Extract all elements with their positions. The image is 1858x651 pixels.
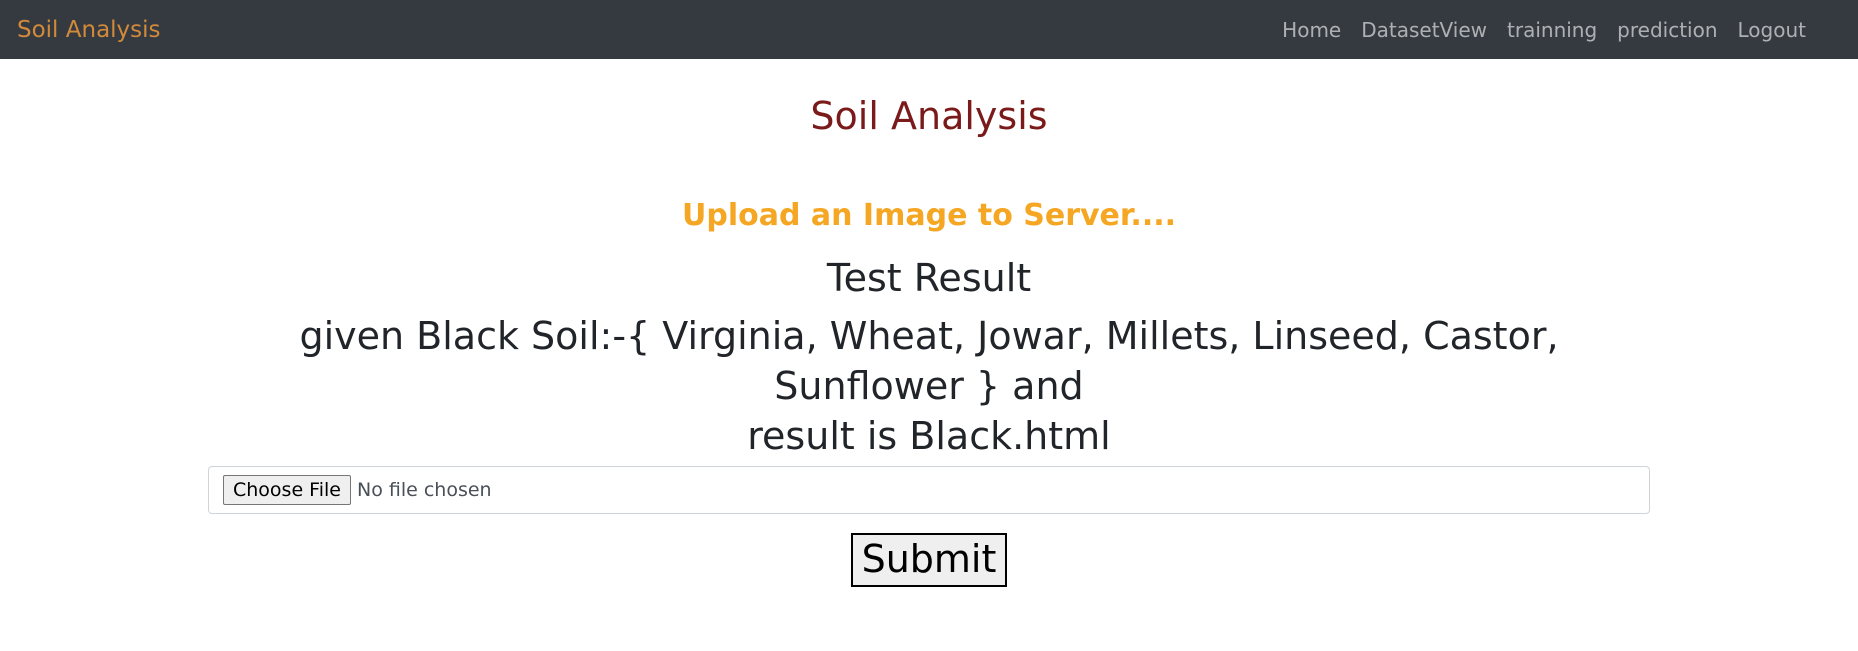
file-status: No file chosen: [356, 479, 492, 502]
nav-link-trainning[interactable]: trainning: [1497, 18, 1607, 42]
nav-link-logout[interactable]: Logout: [1728, 18, 1816, 42]
nav-link-prediction[interactable]: prediction: [1607, 18, 1727, 42]
nav-link-home[interactable]: Home: [1272, 18, 1351, 42]
page-title: Soil Analysis: [810, 94, 1048, 138]
result-heading: Test Result: [826, 255, 1032, 300]
result-text: given Black Soil:-{ Virginia, Wheat, Jow…: [209, 311, 1649, 461]
navbar: Soil Analysis Home DatasetView trainning…: [0, 0, 1858, 59]
navbar-brand[interactable]: Soil Analysis: [17, 17, 161, 43]
upload-heading: Upload an Image to Server....: [681, 197, 1177, 233]
result-line-result: result is Black.html: [747, 414, 1111, 459]
result-line-given: given Black Soil:-{ Virginia, Wheat, Jow…: [299, 314, 1559, 409]
submit-button[interactable]: Submit: [850, 533, 1008, 587]
nav-link-datasetview[interactable]: DatasetView: [1351, 18, 1497, 42]
nav-links: Home DatasetView trainning prediction Lo…: [1272, 18, 1841, 42]
file-input[interactable]: Choose File No file chosen: [208, 466, 1650, 515]
main-content: Soil Analysis Upload an Image to Server.…: [0, 94, 1858, 587]
choose-file-button[interactable]: Choose File: [223, 475, 351, 506]
